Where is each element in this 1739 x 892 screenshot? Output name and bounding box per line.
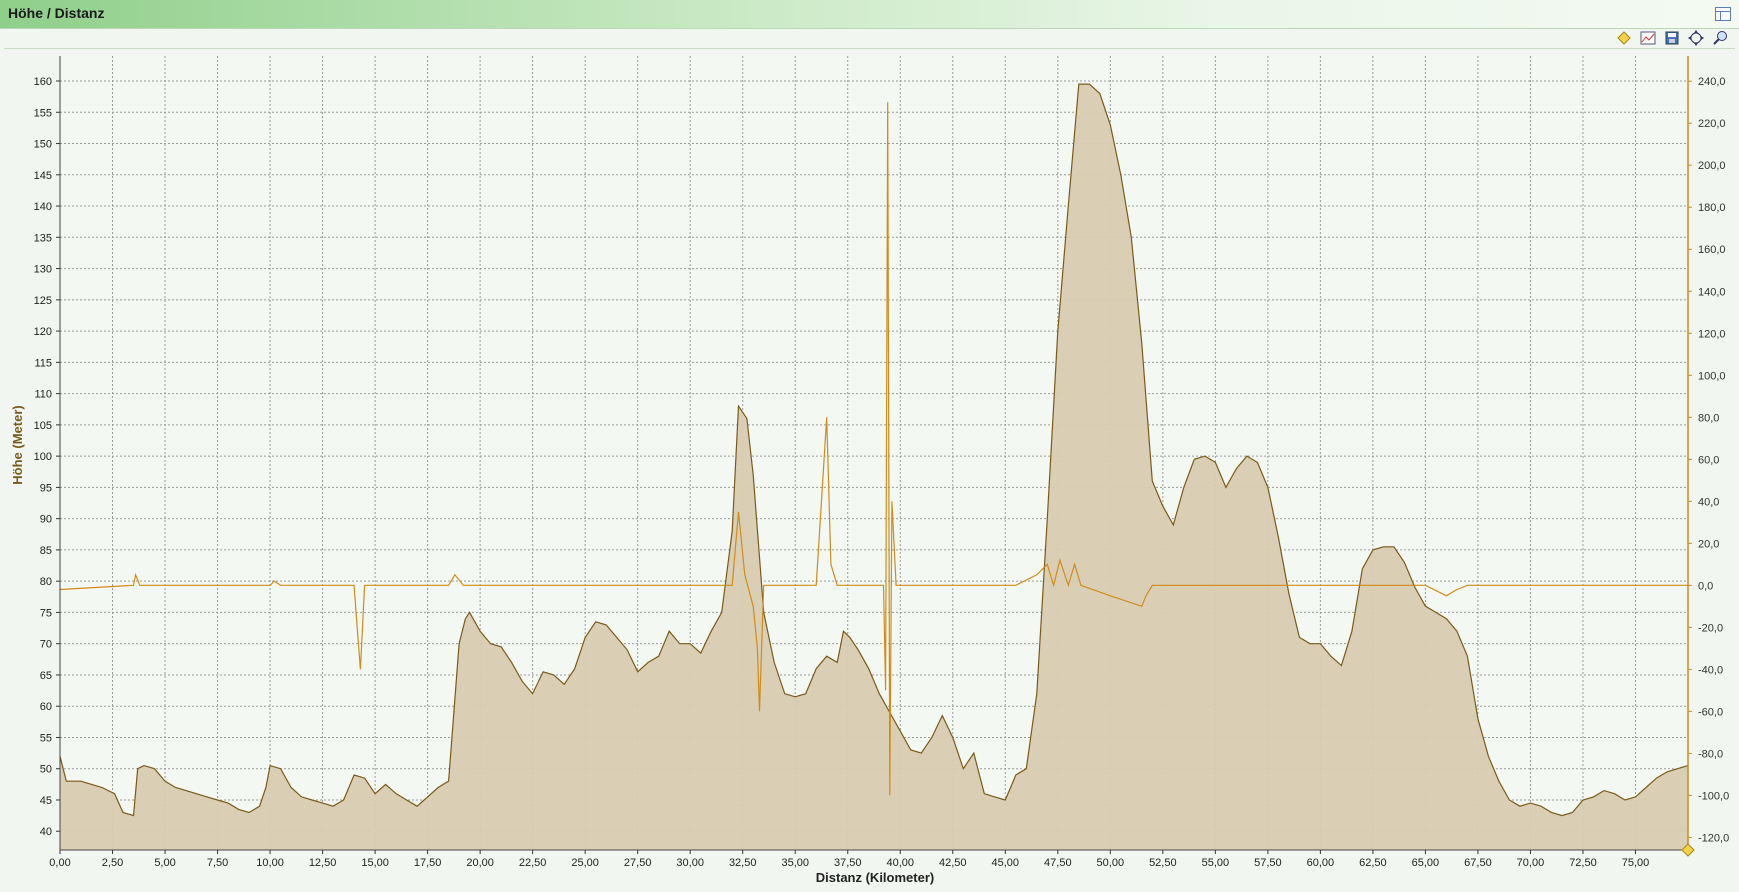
y2-tick-label: 180,0 xyxy=(1698,202,1726,214)
x-tick-label: 25,00 xyxy=(571,857,599,869)
y-tick-label: 125 xyxy=(34,295,52,307)
x-axis-title: Distanz (Kilometer) xyxy=(816,870,934,885)
x-tick-label: 20,00 xyxy=(466,857,494,869)
y-tick-label: 110 xyxy=(34,389,52,401)
y-tick-label: 65 xyxy=(40,670,52,682)
y-tick-label: 40 xyxy=(40,826,52,838)
x-tick-label: 60,00 xyxy=(1307,857,1335,869)
x-tick-labels: 0,00 2,50 5,00 7,50 10,00 12,50 15,00 17,50 20,0… xyxy=(49,857,1649,869)
elevation-chart: 0,00 2,50 5,00 7,50 10,00 12,50 15,00 17,50 20,0… xyxy=(10,56,1729,885)
x-tick-label: 10,00 xyxy=(256,857,284,869)
y-tick-label: 60 xyxy=(40,701,52,713)
y-tick-label: 75 xyxy=(40,607,52,619)
y-tick-label: 135 xyxy=(34,232,52,244)
y2-tick-label: 100,0 xyxy=(1698,370,1726,382)
x-tick-label: 5,00 xyxy=(154,857,175,869)
y-tick-label: 105 xyxy=(34,420,52,432)
x-tick-label: 37,50 xyxy=(834,857,862,869)
y2-tick-label: -60,0 xyxy=(1698,706,1723,718)
y-tick-label: 120 xyxy=(34,326,52,338)
y2-tick-label: 0,0 xyxy=(1698,580,1713,592)
y2-tick-labels: -120,0 -100,0 -80,0 -60,0 -40,0 -20,0 0,0 20,0 4… xyxy=(1698,76,1729,844)
y-tick-label: 50 xyxy=(40,764,52,776)
x-tick-label: 0,00 xyxy=(49,857,70,869)
x-tick-label: 65,00 xyxy=(1412,857,1440,869)
y-tick-label: 160 xyxy=(34,76,52,88)
x-tick-label: 62,50 xyxy=(1359,857,1387,869)
y-tick-label: 155 xyxy=(34,107,52,119)
x-tick-label: 75,00 xyxy=(1622,857,1650,869)
y2-tick-label: -100,0 xyxy=(1698,790,1729,802)
y-tick-label: 45 xyxy=(40,795,52,807)
x-tick-label: 30,00 xyxy=(676,857,704,869)
y2-tick-label: 80,0 xyxy=(1698,412,1719,424)
y-tick-labels: 40 45 50 55 60 65 70 75 80 85 90 95 100 105 110 115 120 1… xyxy=(34,76,52,838)
x-tick-label: 57,50 xyxy=(1254,857,1282,869)
y-tick-label: 140 xyxy=(34,201,52,213)
x-tick-label: 2,50 xyxy=(102,857,123,869)
y2-tick-label: 140,0 xyxy=(1698,286,1726,298)
x-tick-label: 27,50 xyxy=(624,857,652,869)
x-tick-label: 7,50 xyxy=(207,857,228,869)
x-tick-label: 17,50 xyxy=(414,857,442,869)
x-tick-label: 12,50 xyxy=(309,857,337,869)
y-tick-label: 100 xyxy=(34,451,52,463)
x-tick-label: 40,00 xyxy=(886,857,914,869)
y2-tick-label: 40,0 xyxy=(1698,496,1719,508)
y-tick-label: 90 xyxy=(40,514,52,526)
y2-tick-label: 160,0 xyxy=(1698,244,1726,256)
x-tick-label: 67,50 xyxy=(1464,857,1492,869)
x-tick-label: 50,00 xyxy=(1097,857,1125,869)
y2-tick-label: -80,0 xyxy=(1698,748,1723,760)
y2-tick-label: -40,0 xyxy=(1698,664,1723,676)
x-tick-label: 32,50 xyxy=(729,857,757,869)
x-tick-label: 15,00 xyxy=(361,857,389,869)
x-tick-label: 45,00 xyxy=(992,857,1020,869)
y-tick-label: 150 xyxy=(34,139,52,151)
y2-tick-label: -20,0 xyxy=(1698,622,1723,634)
y2-tick-label: 60,0 xyxy=(1698,454,1719,466)
x-tick-label: 70,00 xyxy=(1517,857,1545,869)
x-tick-label: 52,50 xyxy=(1149,857,1177,869)
y-tick-label: 95 xyxy=(40,482,52,494)
y2-tick-label: 220,0 xyxy=(1698,118,1726,130)
y-axis-title: Höhe (Meter) xyxy=(10,405,25,484)
x-tick-label: 72,50 xyxy=(1569,857,1597,869)
y-tick-label: 145 xyxy=(34,170,52,182)
y-tick-label: 55 xyxy=(40,732,52,744)
y-tick-label: 130 xyxy=(34,264,52,276)
y-tick-label: 85 xyxy=(40,545,52,557)
y2-tick-label: 120,0 xyxy=(1698,328,1726,340)
x-tick-label: 55,00 xyxy=(1202,857,1230,869)
x-tick-label: 22,50 xyxy=(519,857,547,869)
y-tick-label: 115 xyxy=(34,357,52,369)
y2-tick-label: 240,0 xyxy=(1698,76,1726,88)
y2-tick-label: -120,0 xyxy=(1698,832,1729,844)
x-tick-label: 42,50 xyxy=(939,857,967,869)
x-tick-label: 35,00 xyxy=(781,857,809,869)
y2-tick-label: 20,0 xyxy=(1698,538,1719,550)
y2-tick-label: 200,0 xyxy=(1698,160,1726,172)
x-tick-label: 47,50 xyxy=(1044,857,1072,869)
y-tick-label: 80 xyxy=(40,576,52,588)
y-tick-label: 70 xyxy=(40,639,52,651)
